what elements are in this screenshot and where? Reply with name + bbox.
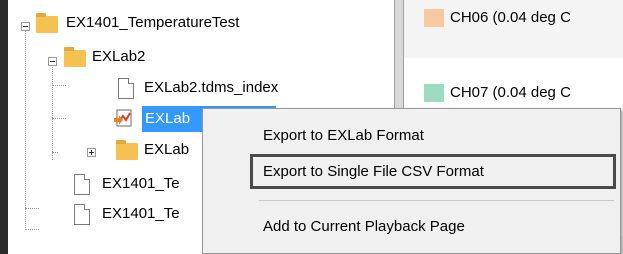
file-icon [74,174,90,195]
tree-item-label: EXLab2.tdms_index [144,79,279,96]
tree-connector [52,152,58,153]
tree-connector [52,85,66,86]
tree-item-label: EX1401_TemperatureTest [66,14,240,31]
tree-connector [25,26,26,230]
channel-entry[interactable]: CH07 (0.04 deg C [424,84,571,103]
tree-item-file[interactable]: EXLab2.tdms_index [144,75,278,101]
tree-item-folder[interactable]: EXLab2 [92,44,145,70]
tree-connector [25,208,39,209]
file-icon [74,204,90,225]
folder-icon [64,47,86,67]
menu-item-label: Export to EXLab Format [263,127,424,144]
tree-item-root[interactable]: EX1401_TemperatureTest [66,10,239,36]
channel-label: CH06 (0.04 deg C [450,9,571,26]
expand-folder-icon[interactable] [87,148,96,157]
tree-item-file[interactable]: EX1401_Te [102,201,180,227]
tree-connector [52,62,53,160]
tree-item-label: EXLab2 [92,48,146,65]
context-menu: Export to EXLab Format Export to Single … [202,108,621,254]
menu-item-label: Add to Current Playback Page [263,218,465,235]
menu-separator [259,200,614,201]
tree-connector [25,229,39,230]
channel-color-swatch [424,84,444,103]
menu-item-add-playback[interactable]: Add to Current Playback Page [203,213,620,241]
folder-icon [36,13,58,33]
collapse-root-icon[interactable] [21,22,30,31]
folder-icon [116,140,138,160]
channel-label: CH07 (0.04 deg C [450,84,571,101]
menu-item-export-exlab[interactable]: Export to EXLab Format [203,122,620,150]
file-icon [118,78,134,99]
tree-connector [52,118,66,119]
tree-item-label: EX1401_Te [102,205,180,222]
tree-item-label: EXLab [144,141,190,158]
channel-color-swatch [424,9,444,28]
channel-entry[interactable]: CH06 (0.04 deg C [424,9,571,28]
menu-item-export-csv[interactable]: Export to Single File CSV Format [250,154,616,189]
menu-item-label: Export to Single File CSV Format [263,163,484,180]
tree-item-file[interactable]: EX1401_Te [102,171,180,197]
tree-item-subfolder[interactable]: EXLab [144,137,189,163]
data-file-icon [114,109,132,127]
collapse-folder-icon[interactable] [48,57,57,66]
tree-item-label: EX1401_Te [102,175,180,192]
